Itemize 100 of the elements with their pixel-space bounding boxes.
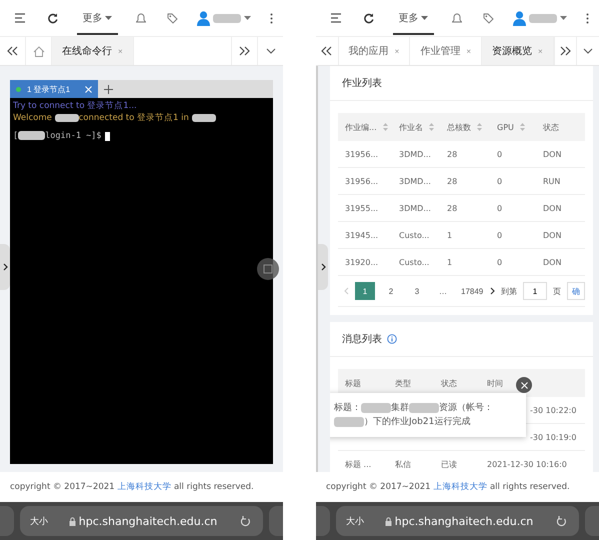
double-chevron-left-icon xyxy=(321,46,332,56)
terminal-prompt: [ login-1 ~]$ xyxy=(13,130,102,142)
terminal-tab[interactable]: 1 登录节点1 xyxy=(10,80,98,98)
close-icon xyxy=(85,86,92,92)
terminal[interactable]: 1 登录节点1 Try to connect to 登录节点1... Welcome connected to 登录节点1 in [ login-1 ~]$ xyxy=(10,80,273,464)
table-cell: 标题 ... xyxy=(345,460,372,468)
table-cell: 3DMD... xyxy=(399,204,431,212)
redacted-username xyxy=(529,14,558,22)
bell-icon xyxy=(136,12,146,24)
table-cell: 3DMD... xyxy=(399,176,431,186)
double-chevron-left-icon xyxy=(7,46,18,56)
kebab-drawing xyxy=(270,12,273,24)
page-suffix: 页 xyxy=(553,286,561,296)
terminal-line: Welcome connected to 登录节点1 in xyxy=(13,112,270,124)
page-button[interactable]: 3 xyxy=(407,282,427,300)
menu-icon[interactable] xyxy=(328,11,344,25)
user-icon xyxy=(197,10,210,26)
info-icon xyxy=(387,334,397,344)
column-header[interactable]: 状态 xyxy=(543,122,559,132)
confirm-button[interactable]: 确 xyxy=(567,282,585,300)
window-icon xyxy=(263,264,273,274)
close-icon[interactable]: × xyxy=(394,46,400,56)
table-cell: DON xyxy=(543,258,562,266)
table-cell: 2021-12-30 10:16:0 xyxy=(487,460,567,468)
caret-icon xyxy=(560,16,568,20)
text-cursor xyxy=(105,132,110,140)
table-cell: 0 xyxy=(497,150,502,158)
more-menu[interactable]: 更多 xyxy=(76,3,118,35)
terminal-line: Try to connect to 登录节点1... xyxy=(13,100,138,112)
refresh-icon xyxy=(362,12,374,24)
url-text: hpc.shanghaitech.edu.cn xyxy=(394,514,534,528)
table-cell: -30 10:22:0 xyxy=(530,406,576,414)
kebab-menu-icon[interactable] xyxy=(584,10,591,26)
address-bar[interactable]: 大小 hpc.shanghaitech.edu.cn xyxy=(20,506,263,536)
text-size-button[interactable]: 大小 xyxy=(30,514,48,528)
double-chevron-right-icon xyxy=(239,46,250,56)
more-menu[interactable]: 更多 xyxy=(392,3,434,35)
lock-icon xyxy=(384,516,392,526)
table-cell: 31956... xyxy=(345,176,378,186)
table-cell: 已读 xyxy=(441,460,457,468)
table-cell: Custo... xyxy=(399,230,430,240)
tag-icon xyxy=(483,12,494,24)
chevron-down-icon xyxy=(266,48,276,54)
tag-button[interactable] xyxy=(165,10,180,26)
notification-button[interactable] xyxy=(134,10,148,26)
tag-icon xyxy=(167,12,178,24)
notification-button[interactable] xyxy=(450,10,464,26)
column-header[interactable]: 作业名 xyxy=(399,122,423,132)
menu-icon-drawing xyxy=(14,13,26,23)
chevron-right-icon xyxy=(320,263,326,271)
table-cell: 31955... xyxy=(345,204,378,212)
home-icon xyxy=(32,46,44,56)
table-cell: 31956... xyxy=(345,150,378,158)
user-icon xyxy=(513,10,526,26)
user-menu[interactable] xyxy=(513,10,568,26)
page-button[interactable]: 2 xyxy=(381,282,401,300)
table-cell: 28 xyxy=(447,204,458,212)
table-cell: 0 xyxy=(497,204,502,212)
column-header[interactable]: 总核数 xyxy=(447,122,471,132)
table-cell: 1 xyxy=(447,258,452,266)
kebab-menu-icon[interactable] xyxy=(268,10,275,26)
page-button[interactable]: … xyxy=(433,282,453,300)
table-cell: -30 10:19:0 xyxy=(530,432,576,442)
university-link[interactable]: 上海科技大学 xyxy=(433,482,488,492)
page-tab[interactable]: 在线命令行 × xyxy=(52,37,134,65)
menu-icon[interactable] xyxy=(12,11,28,25)
table-cell: DON xyxy=(543,230,562,240)
reload-button[interactable] xyxy=(554,513,569,529)
reload-button[interactable] xyxy=(238,513,253,529)
prev-page-icon xyxy=(344,287,349,295)
side-panel-handle[interactable] xyxy=(0,244,10,290)
user-menu[interactable] xyxy=(197,10,252,26)
close-icon xyxy=(520,382,528,388)
double-chevron-right-icon xyxy=(560,46,571,56)
caret-icon xyxy=(104,16,112,20)
tag-button[interactable] xyxy=(481,10,496,26)
bell-icon xyxy=(452,12,462,24)
card-title: 消息列表 xyxy=(342,332,382,346)
page-button[interactable]: 17849 xyxy=(459,282,484,300)
side-panel-handle[interactable] xyxy=(318,244,328,290)
page-tab[interactable]: 资源概览 × xyxy=(482,37,554,65)
redacted-username xyxy=(213,14,242,22)
column-header: 时间 xyxy=(487,378,503,388)
column-header: 标题 xyxy=(345,378,361,388)
column-header: 类型 xyxy=(395,378,411,388)
reload-icon xyxy=(240,515,251,527)
text-size-button[interactable]: 大小 xyxy=(346,514,364,528)
kebab-drawing xyxy=(586,12,589,24)
page-button[interactable]: 1 xyxy=(355,282,375,300)
close-icon[interactable]: × xyxy=(466,46,471,56)
copyright-text: copyright © 2017~2021 上海科技大学 all rights reserved. xyxy=(326,481,570,493)
table-cell: 1 xyxy=(447,230,452,240)
table-cell: 31945... xyxy=(345,230,378,240)
page-input[interactable]: 1 xyxy=(523,282,547,300)
lock-icon xyxy=(68,516,76,526)
address-bar[interactable]: 大小 hpc.shanghaitech.edu.cn xyxy=(336,506,579,536)
table-cell: 0 xyxy=(497,176,502,186)
table-cell: 31920... xyxy=(345,258,378,266)
university-link[interactable]: 上海科技大学 xyxy=(117,482,172,492)
column-header[interactable]: GPU xyxy=(497,122,514,132)
